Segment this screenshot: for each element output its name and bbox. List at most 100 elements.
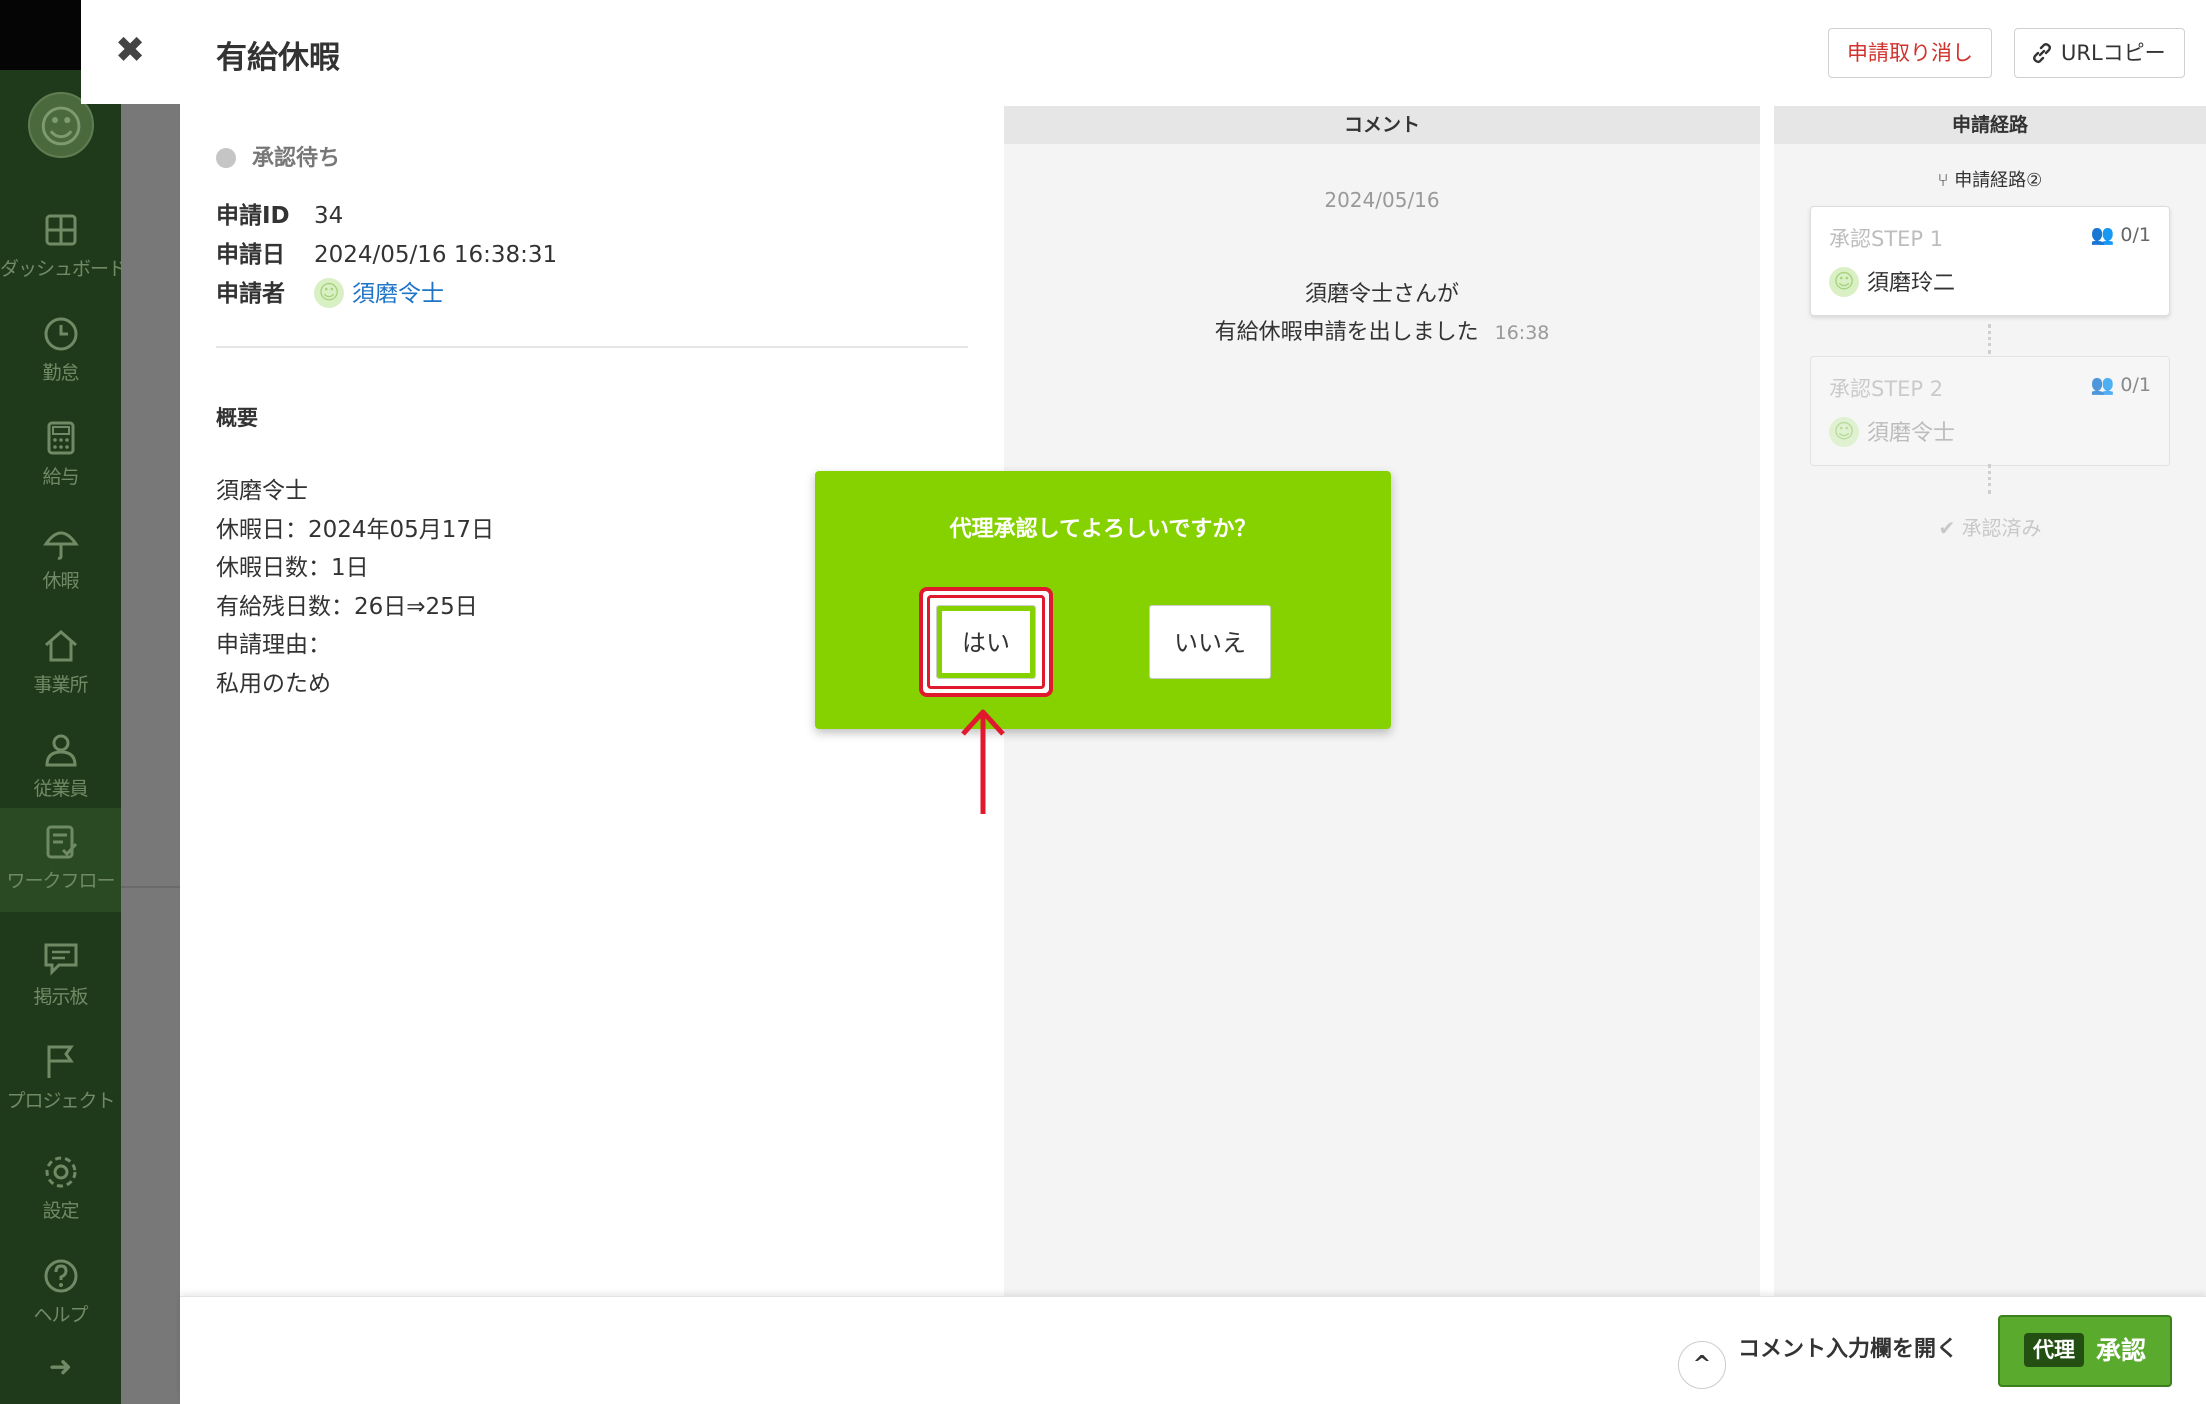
person-icon: [41, 730, 81, 770]
request-id-row: 申請ID 34: [216, 196, 343, 230]
gear-icon: [41, 1152, 81, 1192]
divider: [216, 346, 968, 348]
confirm-question: 代理承認してよろしいですか？: [949, 517, 1257, 542]
approver-name: 須磨令士: [1867, 421, 1956, 446]
request-id-value: 34: [314, 203, 344, 229]
step-approver: 須磨令士: [1829, 415, 1955, 447]
applicant-key: 申請者: [216, 281, 285, 307]
step-count-value: 0/1: [2120, 224, 2151, 246]
applicant-avatar: [314, 278, 344, 308]
applicant-link[interactable]: 須磨令士: [352, 281, 444, 307]
copy-url-label: URLコピー: [2061, 41, 2166, 65]
approved-label: 承認済み: [1961, 516, 2042, 540]
step-title: 承認STEP 1: [1829, 227, 1944, 251]
sidebar-item-employees[interactable]: 従業員: [0, 716, 121, 820]
sidebar-item-workflow[interactable]: ワークフロー: [0, 808, 121, 912]
proxy-badge: 代理: [2023, 1333, 2084, 1367]
sidebar-item-help[interactable]: ヘルプ: [0, 1242, 121, 1346]
sidebar-item-payroll[interactable]: 給与: [0, 404, 121, 508]
sidebar-item-label: 掲示板: [33, 986, 88, 1008]
sidebar-item-label: ダッシュボード: [0, 258, 127, 280]
sidebar-item-attendance[interactable]: 勤怠: [0, 300, 121, 404]
home-icon: [41, 626, 81, 666]
comment-line-1: 須磨令士さんが: [1304, 282, 1459, 307]
sidebar-item-label: 設定: [42, 1200, 79, 1222]
approver-name: 須磨玲二: [1867, 271, 1956, 296]
status-badge: 承認待ち: [216, 140, 340, 172]
route-heading: 申請経路: [1774, 106, 2206, 144]
flag-icon: [41, 1042, 81, 1082]
annotation-arrow-icon: [961, 709, 1005, 814]
footer-bar: ^ コメント入力欄を開く 代理 承認: [180, 1296, 2206, 1404]
step-title: 承認STEP 2: [1829, 377, 1944, 401]
checklist-icon: [41, 822, 81, 862]
sidebar-item-label: プロジェクト: [6, 1090, 115, 1112]
open-comment-label: コメント入力欄を開く: [1738, 1337, 1959, 1362]
approver-avatar: [1829, 267, 1859, 297]
summary-text: 須磨令士 休暇日：2024年05月17日 休暇日数：1日 有給残日数：26日⇒2…: [216, 478, 495, 697]
comment-line-2: 有給休暇申請を出しました 16:38: [1004, 314, 1760, 352]
approver-avatar: [1829, 417, 1859, 447]
sidebar-item-project[interactable]: プロジェクト: [0, 1028, 121, 1132]
request-id-key: 申請ID: [216, 203, 290, 229]
approval-route-column: 申請経路 ⑂ 申請経路② 承認STEP 1 👥 0/1 須磨玲二 承認STEP …: [1774, 106, 2206, 1300]
no-button[interactable]: いいえ: [1149, 605, 1271, 679]
yes-button[interactable]: はい: [936, 605, 1036, 679]
check-circle-icon: ✔: [1938, 516, 1962, 540]
step-count: 👥 0/1: [2091, 223, 2151, 246]
sidebar-item-label: 勤怠: [42, 362, 79, 384]
cancel-request-button[interactable]: 申請取り消し: [1828, 28, 1992, 78]
route-name: ⑂ 申請経路②: [1774, 166, 2206, 192]
dashboard-icon: [41, 210, 81, 250]
step-count-value: 0/1: [2120, 374, 2151, 396]
close-icon: ✖: [115, 30, 146, 71]
comment-time: 16:38: [1494, 322, 1550, 344]
route-name-label: 申請経路②: [1954, 170, 2043, 191]
request-date-value: 2024/05/16 16:38:31: [314, 242, 558, 268]
sidebar-item-label: 従業員: [33, 778, 88, 800]
proxy-approve-button[interactable]: 代理 承認: [1998, 1315, 2172, 1387]
comment-date: 2024/05/16: [1324, 188, 1440, 212]
status-dot-icon: [216, 148, 236, 168]
step-approver: 須磨玲二: [1829, 265, 1955, 297]
comment-message: 須磨令士さんが 有給休暇申請を出しました 16:38: [1004, 276, 1760, 352]
branch-icon: ⑂: [1937, 170, 1955, 191]
sidebar-item-office[interactable]: 事業所: [0, 612, 121, 716]
sidebar-item-dashboard[interactable]: ダッシュボード: [0, 196, 127, 300]
help-icon: [41, 1256, 81, 1296]
request-date-key: 申請日: [216, 242, 285, 268]
umbrella-icon: [41, 522, 81, 562]
sidebar-item-label: ワークフロー: [6, 870, 115, 892]
users-icon: 👥: [2090, 224, 2121, 246]
approval-step-1: 承認STEP 1 👥 0/1 須磨玲二: [1810, 206, 2170, 316]
overlay-backdrop[interactable]: [121, 0, 181, 1404]
link-icon: [2033, 43, 2051, 63]
comments-heading: コメント: [1004, 106, 1760, 144]
approved-status: ✔ 承認済み: [1774, 512, 2206, 541]
close-panel-button[interactable]: ✖: [81, 0, 181, 104]
sidebar-item-label: ヘルプ: [33, 1304, 88, 1326]
open-comment-toggle[interactable]: ^ コメント入力欄を開く: [1678, 1331, 1958, 1389]
clock-icon: [41, 314, 81, 354]
sidebar-item-board[interactable]: 掲示板: [0, 924, 121, 1028]
comment-line-2-text: 有給休暇申請を出しました: [1214, 320, 1479, 345]
users-icon: 👥: [2090, 374, 2121, 396]
route-connector: [1988, 464, 1992, 494]
confirm-dialog: 代理承認してよろしいですか？ はい いいえ: [815, 471, 1391, 729]
sidebar: ダッシュボード 勤怠 給与 休暇 事業所 従業員 ワークフロー 掲示板 プロジェ…: [0, 0, 127, 1404]
approval-step-2: 承認STEP 2 👥 0/1 須磨令士: [1810, 356, 2170, 466]
message-board-icon: [41, 938, 81, 978]
route-connector: [1988, 324, 1992, 354]
sidebar-item-leave[interactable]: 休暇: [0, 508, 121, 612]
page-title: 有給休暇: [216, 40, 340, 76]
request-date-row: 申請日 2024/05/16 16:38:31: [216, 235, 557, 269]
status-label: 承認待ち: [252, 146, 341, 171]
chevron-up-icon: ^: [1678, 1341, 1726, 1389]
collapse-sidebar-icon[interactable]: ➜: [0, 1350, 121, 1383]
copy-url-button[interactable]: URLコピー: [2014, 28, 2185, 78]
approve-label: 承認: [2095, 1336, 2146, 1365]
sidebar-item-label: 休暇: [42, 570, 79, 592]
sidebar-item-settings[interactable]: 設定: [0, 1138, 121, 1242]
summary-heading: 概要: [216, 406, 258, 430]
sidebar-item-label: 事業所: [33, 674, 88, 696]
